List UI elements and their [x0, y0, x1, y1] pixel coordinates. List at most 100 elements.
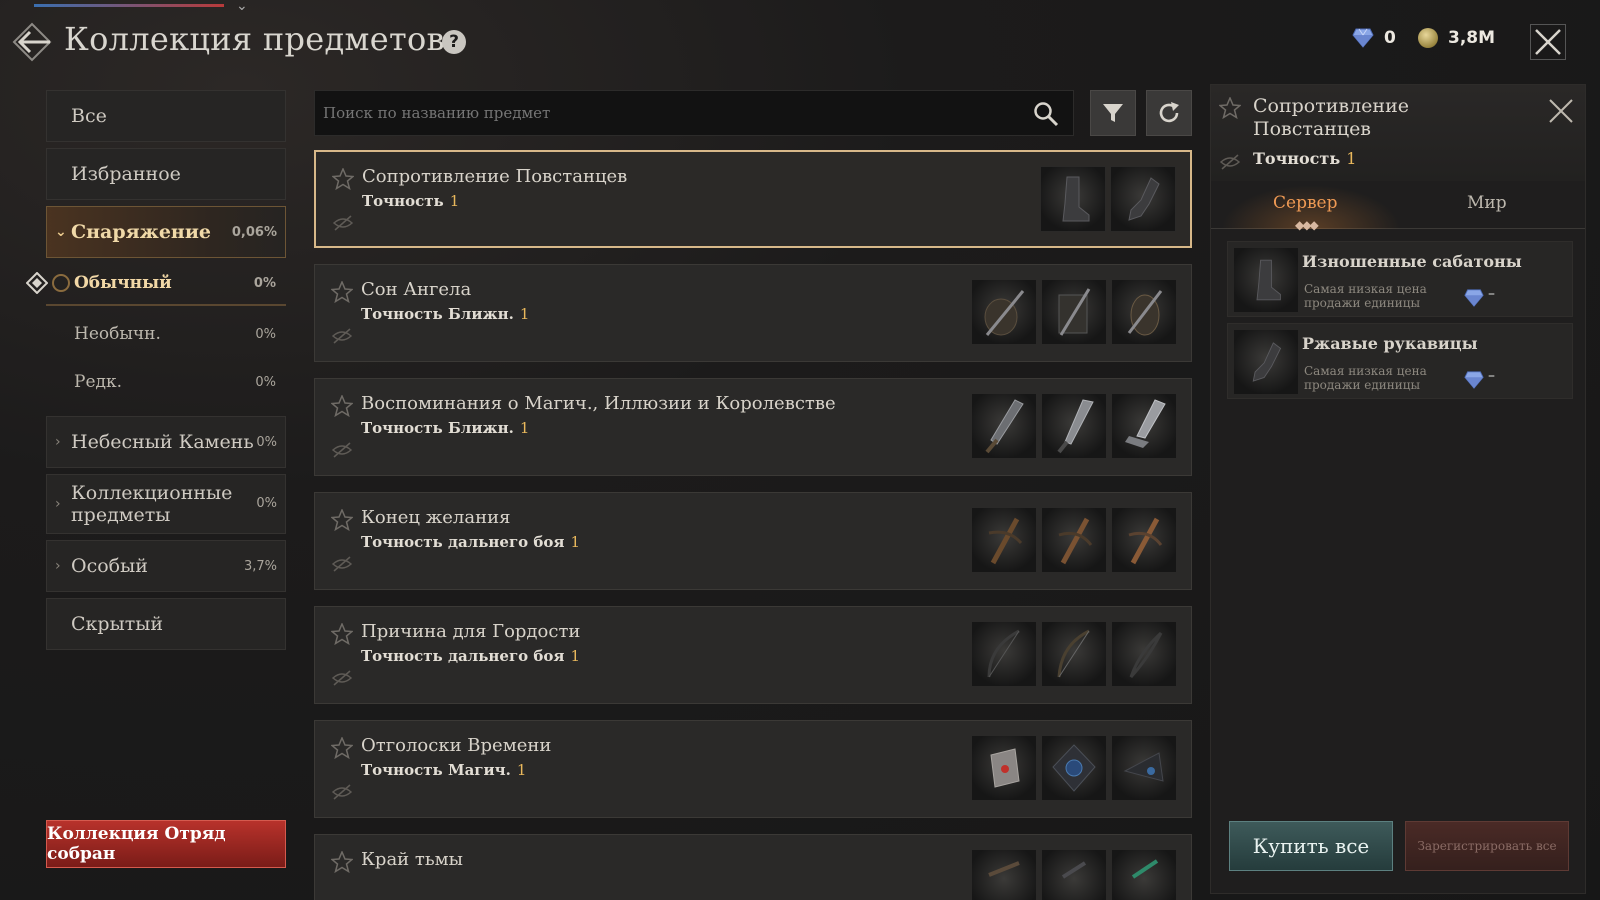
sidebar-item-equipment[interactable]: ⌄ Снаряжение 0,06% — [46, 206, 286, 258]
close-icon[interactable] — [1547, 97, 1575, 125]
eye-hidden-icon[interactable] — [332, 214, 354, 232]
item-slot[interactable] — [1041, 621, 1107, 687]
refresh-icon — [1159, 102, 1179, 123]
gauntlet-icon — [1252, 342, 1282, 382]
sidebar-item-collectibles[interactable]: › Коллекционные предметы 0% — [46, 474, 286, 534]
item-slot[interactable] — [971, 393, 1037, 459]
sidebar-item-label: Избранное — [71, 163, 181, 185]
item-slot[interactable] — [1111, 393, 1177, 459]
star-icon[interactable] — [331, 623, 353, 645]
star-icon[interactable] — [332, 168, 354, 190]
sidebar-item-label: Снаряжение — [71, 221, 212, 243]
item-name: Край тьмы — [361, 849, 463, 870]
crossbow-icon — [1058, 517, 1093, 565]
orb-icon — [1052, 744, 1096, 792]
detail-stat-value: 1 — [1346, 149, 1357, 168]
list-item[interactable]: Конец желания Точность дальнего боя 1 — [314, 492, 1192, 590]
item-slot[interactable] — [1111, 279, 1177, 345]
gem-count: 0 — [1384, 28, 1396, 48]
spellbook-icon — [990, 748, 1020, 788]
crossbow-icon — [1128, 517, 1163, 565]
top-progress-line — [34, 4, 224, 7]
sidebar-subitem-common[interactable]: Обычный 0% — [26, 262, 286, 306]
list-item[interactable]: Край тьмы — [314, 834, 1192, 900]
search-icon[interactable] — [1033, 101, 1059, 127]
eye-hidden-icon[interactable] — [331, 669, 353, 687]
eye-hidden-icon[interactable] — [331, 555, 353, 573]
back-button[interactable] — [12, 22, 56, 62]
list-item[interactable]: Отголоски Времени Точность Магич. 1 — [314, 720, 1192, 818]
item-slot[interactable] — [971, 735, 1037, 801]
sidebar-item-percent: 3,7% — [243, 558, 277, 574]
item-slot[interactable] — [1041, 849, 1107, 900]
item-name: Сон Ангела — [361, 279, 472, 300]
gold-count: 3,8M — [1448, 28, 1496, 48]
material-row[interactable]: Изношенные сабатоны Самая низкая цена пр… — [1227, 241, 1573, 317]
sidebar-item-all[interactable]: Все — [46, 90, 286, 142]
tab-world[interactable]: Мир — [1467, 193, 1507, 213]
sidebar-item-label: Коллекционные предметы — [71, 482, 233, 526]
item-name: Конец желания — [361, 507, 511, 528]
close-window-button[interactable] — [1530, 24, 1566, 60]
star-icon[interactable] — [331, 851, 353, 873]
gold-coin-icon — [1418, 28, 1438, 48]
item-slot[interactable] — [1111, 849, 1177, 900]
item-slot[interactable] — [1041, 393, 1107, 459]
material-name: Ржавые рукавицы — [1302, 334, 1478, 353]
item-slot[interactable] — [1111, 621, 1177, 687]
list-item[interactable]: Сопротивление Повстанцев Точность 1 — [314, 150, 1192, 248]
sidebar-subitem-rare[interactable]: Редк. 0% — [46, 360, 286, 404]
item-slot[interactable] — [971, 621, 1037, 687]
item-slot[interactable] — [1041, 279, 1107, 345]
star-icon[interactable] — [331, 509, 353, 531]
eye-hidden-icon[interactable] — [331, 783, 353, 801]
eye-hidden-icon[interactable] — [331, 441, 353, 459]
item-stat: Точность 1 — [362, 192, 459, 210]
item-thumbnails — [971, 393, 1177, 459]
sidebar-item-favorites[interactable]: Избранное — [46, 148, 286, 200]
item-stat: Точность Магич. 1 — [361, 761, 526, 779]
item-slot[interactable] — [1041, 507, 1107, 573]
star-icon[interactable] — [331, 281, 353, 303]
list-item[interactable]: Причина для Гордости Точность дальнего б… — [314, 606, 1192, 704]
item-slot[interactable] — [1040, 166, 1106, 232]
tab-server[interactable]: Сервер — [1273, 193, 1337, 213]
material-row[interactable]: Ржавые рукавицы Самая низкая цена продаж… — [1227, 323, 1573, 399]
item-slot[interactable] — [971, 279, 1037, 345]
buy-all-button[interactable]: Купить все — [1229, 821, 1393, 871]
filter-icon — [1103, 104, 1123, 122]
sidebar-item-hidden[interactable]: Скрытый — [46, 598, 286, 650]
collection-squad-button[interactable]: Коллекция Отряд собран — [46, 820, 286, 868]
star-icon[interactable] — [331, 395, 353, 417]
sidebar-subitem-label: Обычный — [74, 273, 172, 293]
item-slot[interactable] — [971, 849, 1037, 900]
sidebar-item-celestial-stone[interactable]: › Небесный Камень 0% — [46, 416, 286, 468]
item-slot[interactable] — [1111, 735, 1177, 801]
item-slot[interactable] — [1111, 507, 1177, 573]
sword-shield-icon — [1058, 288, 1091, 336]
search-input[interactable] — [323, 104, 1003, 122]
eye-hidden-icon[interactable] — [1219, 153, 1241, 171]
item-slot[interactable] — [1041, 735, 1107, 801]
sidebar-item-special[interactable]: › Особый 3,7% — [46, 540, 286, 592]
help-icon[interactable]: ? — [442, 30, 466, 54]
sidebar-subitem-uncommon[interactable]: Необычн. 0% — [46, 312, 286, 356]
refresh-button[interactable] — [1146, 90, 1192, 136]
eye-hidden-icon[interactable] — [331, 327, 353, 345]
register-all-button[interactable]: Зарегистрировать все — [1405, 821, 1569, 871]
list-item[interactable]: Сон Ангела Точность Ближн. 1 — [314, 264, 1192, 362]
star-icon[interactable] — [331, 737, 353, 759]
item-slot[interactable] — [1110, 166, 1176, 232]
search-bar — [314, 90, 1074, 136]
filter-button[interactable] — [1090, 90, 1136, 136]
list-item[interactable]: Воспоминания о Магич., Иллюзии и Королев… — [314, 378, 1192, 476]
chevron-down-icon: ⌄ — [55, 224, 67, 240]
item-stat: Точность дальнего боя 1 — [361, 533, 580, 551]
bow-icon — [1057, 629, 1090, 678]
item-stat: Точность дальнего боя 1 — [361, 647, 580, 665]
star-icon[interactable] — [1219, 97, 1241, 119]
chevron-down-icon[interactable]: ⌄ — [236, 0, 248, 14]
item-stat-value: 1 — [570, 647, 581, 665]
chevron-right-icon: › — [55, 434, 61, 450]
item-slot[interactable] — [971, 507, 1037, 573]
